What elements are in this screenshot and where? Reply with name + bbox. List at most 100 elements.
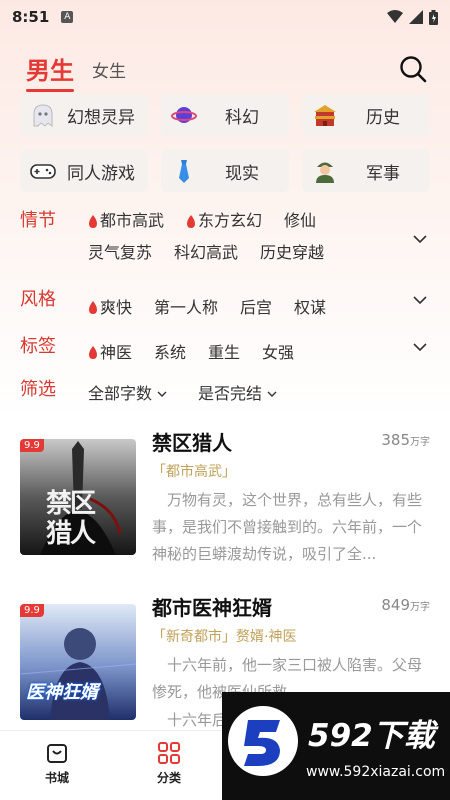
genre-card-scifi[interactable]: 科幻: [161, 94, 289, 136]
book-cover[interactable]: 9.9 禁区猎人: [20, 439, 136, 555]
genre-label: 幻想灵异: [67, 107, 135, 128]
filter-chip-hot[interactable]: 都市高武: [88, 205, 164, 237]
filter-chip[interactable]: 科幻高武: [174, 237, 238, 269]
filter-title: 风格: [20, 289, 56, 310]
filter-chip[interactable]: 修仙: [284, 205, 316, 237]
word-count-value: 385: [381, 431, 410, 449]
filter-chip[interactable]: 第一人称: [154, 284, 218, 331]
filter-row-plot: 情节 都市高武 东方玄幻 修仙 灵气复苏 科幻高武 历史穿越: [20, 205, 440, 269]
book-description-preview: 十六年后: [167, 711, 228, 729]
category-grid-icon: [158, 742, 180, 764]
dropdown-label: 全部字数: [88, 384, 153, 403]
bookstore-icon: [47, 744, 67, 763]
dropdown-label: 是否完结: [198, 384, 263, 403]
completion-dropdown[interactable]: 是否完结: [198, 374, 278, 414]
genre-label: 历史: [366, 107, 400, 128]
header-tabs: 男生 女生: [0, 48, 450, 92]
signal-icon: [409, 10, 423, 24]
filter-items: 都市高武 东方玄幻 修仙 灵气复苏 科幻高武 历史穿越: [88, 205, 393, 269]
filter-row-select: 筛选 全部字数 是否完结: [20, 374, 440, 414]
genre-grid: 幻想灵异 科幻 历史 同人游戏 现实 军事: [20, 94, 430, 192]
book-item[interactable]: 9.9 禁区猎人 禁区猎人 385万字 「都市高武」 万物有灵，这个世界，总有些…: [20, 425, 432, 590]
genre-card-fan-game[interactable]: 同人游戏: [20, 150, 148, 192]
book-tag-main: 「新奇都市」: [152, 629, 236, 645]
filter-title: 筛选: [20, 379, 56, 400]
ghost-icon: [33, 104, 53, 127]
filter-chip-hot[interactable]: 神医: [88, 331, 132, 374]
chevron-down-icon[interactable]: [412, 292, 428, 308]
filter-chip[interactable]: 后宫: [240, 284, 272, 331]
nav-label: 分类: [156, 771, 181, 785]
book-cover[interactable]: 9.9 医神狂婿: [20, 604, 136, 720]
filter-title: 标签: [20, 336, 56, 357]
filter-chip-hot[interactable]: 东方玄幻: [186, 205, 262, 237]
tab-female[interactable]: 女生: [92, 57, 126, 92]
search-icon[interactable]: [398, 54, 428, 84]
filter-chip-label: 爽快: [100, 297, 133, 317]
gamepad-icon: [30, 164, 56, 179]
tab-male[interactable]: 男生: [26, 51, 74, 92]
fire-icon: [89, 214, 97, 228]
filter-chip[interactable]: 女强: [262, 331, 294, 374]
book-title[interactable]: 都市医神狂婿: [152, 592, 272, 621]
cover-title-text: 禁区猎人: [46, 489, 96, 549]
logo-five-icon: [244, 720, 280, 766]
filter-chip[interactable]: 权谋: [294, 284, 326, 331]
word-count-unit: 万字: [410, 602, 430, 613]
filter-chip[interactable]: 灵气复苏: [88, 237, 152, 269]
nav-bookstore[interactable]: 书城: [27, 741, 87, 786]
book-title[interactable]: 禁区猎人: [152, 427, 232, 456]
filter-chip[interactable]: 历史穿越: [260, 237, 324, 269]
rating-badge: 9.9: [20, 439, 44, 452]
palace-icon: [314, 105, 336, 126]
genre-label: 军事: [366, 163, 400, 184]
filter-items: 神医 系统 重生 女强: [88, 331, 393, 374]
genre-card-fantasy[interactable]: 幻想灵异: [20, 94, 148, 136]
battery-icon: [429, 9, 438, 25]
filter-items: 爽快 第一人称 后宫 权谋: [88, 284, 393, 331]
site-watermark: 592下载 www.592xiazai.com: [222, 692, 450, 800]
filter-row-tags: 标签 神医 系统 重生 女强: [20, 331, 440, 374]
nav-category[interactable]: 分类: [139, 741, 199, 786]
word-count-dropdown[interactable]: 全部字数: [88, 374, 168, 414]
filter-items: 全部字数 是否完结: [88, 374, 393, 414]
filter-chip-label: 神医: [100, 342, 133, 362]
watermark-url: www.592xiazai.com: [306, 764, 446, 780]
app-notification-icon: A: [61, 11, 74, 23]
word-count-unit: 万字: [410, 437, 430, 448]
filter-panel: 情节 都市高武 东方玄幻 修仙 灵气复苏 科幻高武 历史穿越 风格 爽快 第一人…: [20, 205, 440, 414]
genre-card-reality[interactable]: 现实: [161, 150, 289, 192]
word-count: 385万字: [381, 431, 430, 449]
filter-chip[interactable]: 系统: [154, 331, 186, 374]
book-tag-extra: 赘婿·神医: [236, 629, 297, 645]
genre-card-history[interactable]: 历史: [302, 94, 430, 136]
genre-label: 现实: [225, 163, 259, 184]
filter-chip-label: 都市高武: [100, 211, 165, 230]
book-genre-tag: 「都市高武」: [152, 464, 236, 480]
tie-icon: [179, 160, 189, 183]
book-list: 9.9 禁区猎人 禁区猎人 385万字 「都市高武」 万物有灵，这个世界，总有些…: [20, 425, 432, 730]
chevron-down-icon[interactable]: [412, 339, 428, 355]
filter-title: 情节: [20, 210, 56, 231]
fire-icon: [89, 346, 97, 359]
fire-icon: [187, 214, 196, 228]
cover-title-text: 医神狂婿: [26, 682, 98, 703]
genre-card-military[interactable]: 军事: [302, 150, 430, 192]
filter-row-style: 风格 爽快 第一人称 后宫 权谋: [20, 284, 440, 331]
filter-chip[interactable]: 重生: [208, 331, 240, 374]
soldier-icon: [316, 162, 334, 183]
book-description: 万物有灵，这个世界，总有些人，有些事，是我们不曾接触到的。六年前，一个神秘的巨蟒…: [152, 491, 423, 563]
chevron-down-icon[interactable]: [412, 231, 428, 247]
genre-label: 同人游戏: [67, 163, 135, 184]
filter-chip-hot[interactable]: 爽快: [88, 284, 132, 331]
status-icons: [387, 9, 438, 25]
word-count: 849万字: [381, 596, 430, 614]
rating-badge: 9.9: [20, 604, 44, 617]
book-genre-tag: 「新奇都市」赘婿·神医: [152, 626, 296, 646]
watermark-logo: [228, 706, 298, 776]
chevron-down-icon: [157, 391, 167, 397]
nav-label: 书城: [44, 771, 69, 785]
watermark-logo-text: 592下载: [308, 718, 435, 754]
chevron-down-icon: [267, 391, 277, 397]
genre-label: 科幻: [225, 107, 259, 128]
